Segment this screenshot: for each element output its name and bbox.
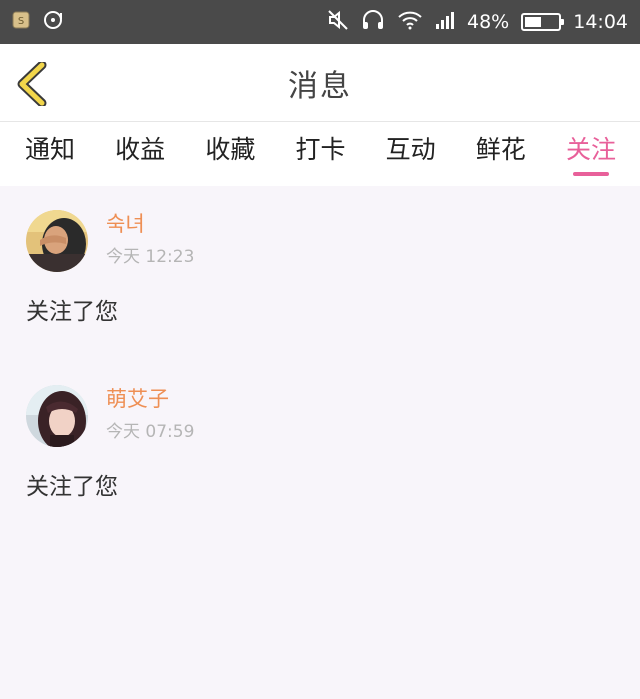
music-icon	[44, 10, 66, 34]
tab-interactions[interactable]: 互动	[386, 122, 436, 186]
battery-percent: 48%	[467, 11, 510, 33]
status-bar: S 48% 14:04	[0, 0, 640, 44]
status-time: 14:04	[573, 11, 628, 33]
list-item[interactable]: 숙녀 今天 12:23 关注了您	[0, 210, 640, 385]
sim-card-icon: S	[12, 11, 30, 33]
back-button[interactable]	[16, 60, 50, 108]
message-text: 关注了您	[26, 474, 118, 500]
signal-icon	[435, 10, 455, 34]
tab-notifications[interactable]: 通知	[25, 122, 75, 186]
tab-favorites[interactable]: 收藏	[205, 122, 255, 186]
tab-bar: 通知 收益 收藏 打卡 互动 鲜花 关注	[0, 122, 640, 186]
wifi-icon	[397, 9, 423, 35]
message-time: 今天 07:59	[106, 421, 195, 442]
tab-following[interactable]: 关注	[566, 122, 616, 186]
tab-earnings[interactable]: 收益	[115, 122, 165, 186]
avatar[interactable]	[26, 210, 88, 272]
message-time: 今天 12:23	[106, 246, 195, 267]
tab-flowers[interactable]: 鲜花	[476, 122, 526, 186]
message-list: 숙녀 今天 12:23 关注了您 萌艾子 今天 07:59 关注了您	[0, 186, 640, 560]
battery-icon	[521, 13, 565, 31]
tab-checkin[interactable]: 打卡	[295, 122, 345, 186]
list-item[interactable]: 萌艾子 今天 07:59 关注了您	[0, 385, 640, 560]
status-bar-left: S	[12, 10, 66, 34]
chevron-left-icon	[17, 60, 47, 108]
message-text: 关注了您	[26, 299, 118, 325]
battery-level	[525, 17, 541, 27]
user-name[interactable]: 숙녀	[106, 210, 194, 238]
page-title: 消息	[288, 68, 352, 104]
app-header: 消息	[0, 44, 640, 122]
headphones-icon	[361, 9, 385, 35]
status-bar-right: 48% 14:04	[327, 9, 628, 35]
user-name[interactable]: 萌艾子	[106, 385, 194, 413]
svg-text:S: S	[18, 16, 24, 27]
mute-icon	[327, 9, 349, 35]
avatar[interactable]	[26, 385, 88, 447]
